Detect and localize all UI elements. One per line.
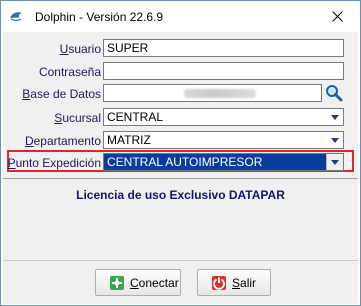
magnifier-icon: [326, 85, 343, 102]
base-datos-search-button[interactable]: [324, 83, 344, 103]
departamento-value: MATRIZ: [107, 133, 151, 147]
usuario-row: Usuario SUPER: [3, 39, 358, 59]
exit-icon: [212, 275, 226, 290]
base-datos-row: Base de Datos: [3, 84, 358, 104]
chevron-down-icon: [331, 137, 339, 143]
sucursal-dropdown-button[interactable]: [327, 109, 343, 125]
license-text: Licencia de uso Exclusivo DATAPAR: [76, 188, 285, 202]
departamento-select[interactable]: MATRIZ: [103, 131, 344, 149]
base-datos-input[interactable]: [103, 84, 322, 102]
punto-expedicion-value: CENTRAL AUTOIMPRESOR: [107, 155, 263, 169]
connect-icon: [110, 275, 124, 290]
chevron-down-icon: [331, 114, 339, 120]
usuario-label: Usuario: [59, 42, 101, 56]
usuario-input[interactable]: SUPER: [103, 39, 344, 57]
title-bar[interactable]: Dolphin - Versión 22.6.9: [1, 1, 360, 32]
base-datos-label: Base de Datos: [22, 87, 101, 101]
departamento-label: Departamento: [24, 134, 101, 148]
close-icon: [332, 10, 343, 22]
sucursal-value: CENTRAL: [107, 110, 164, 124]
punto-expedicion-dropdown-button[interactable]: [326, 154, 343, 170]
button-panel: Conectar Salir: [3, 260, 358, 304]
departamento-row: Departamento MATRIZ: [3, 131, 358, 151]
sucursal-label: Sucursal: [54, 111, 101, 125]
base-datos-redacted: [184, 89, 256, 98]
contrasena-label: Contraseña: [38, 65, 101, 79]
sucursal-row: Sucursal CENTRAL: [3, 108, 358, 128]
conectar-button[interactable]: Conectar: [95, 269, 181, 296]
conectar-label: Conectar: [130, 275, 179, 290]
login-form: Usuario SUPER Contraseña Base de Datos S…: [3, 32, 358, 178]
license-panel: Licencia de uso Exclusivo DATAPAR: [3, 178, 358, 261]
salir-button[interactable]: Salir: [197, 269, 271, 296]
contrasena-row: Contraseña: [3, 62, 358, 82]
dolphin-icon: [10, 12, 22, 22]
close-button[interactable]: [315, 1, 360, 31]
salir-label: Salir: [232, 275, 257, 290]
departamento-dropdown-button[interactable]: [327, 132, 343, 148]
chevron-down-icon: [331, 159, 339, 165]
login-window: Dolphin - Versión 22.6.9 Usuario SUPER C…: [0, 0, 361, 306]
punto-expedicion-select[interactable]: CENTRAL AUTOIMPRESOR: [103, 153, 344, 171]
window-title: Dolphin - Versión 22.6.9: [35, 10, 164, 24]
contrasena-input[interactable]: [103, 62, 344, 80]
sucursal-select[interactable]: CENTRAL: [103, 108, 344, 126]
punto-expedicion-row: Punto Expedición CENTRAL AUTOIMPRESOR: [3, 153, 358, 173]
punto-expedicion-label: Punto Expedición: [7, 156, 101, 170]
